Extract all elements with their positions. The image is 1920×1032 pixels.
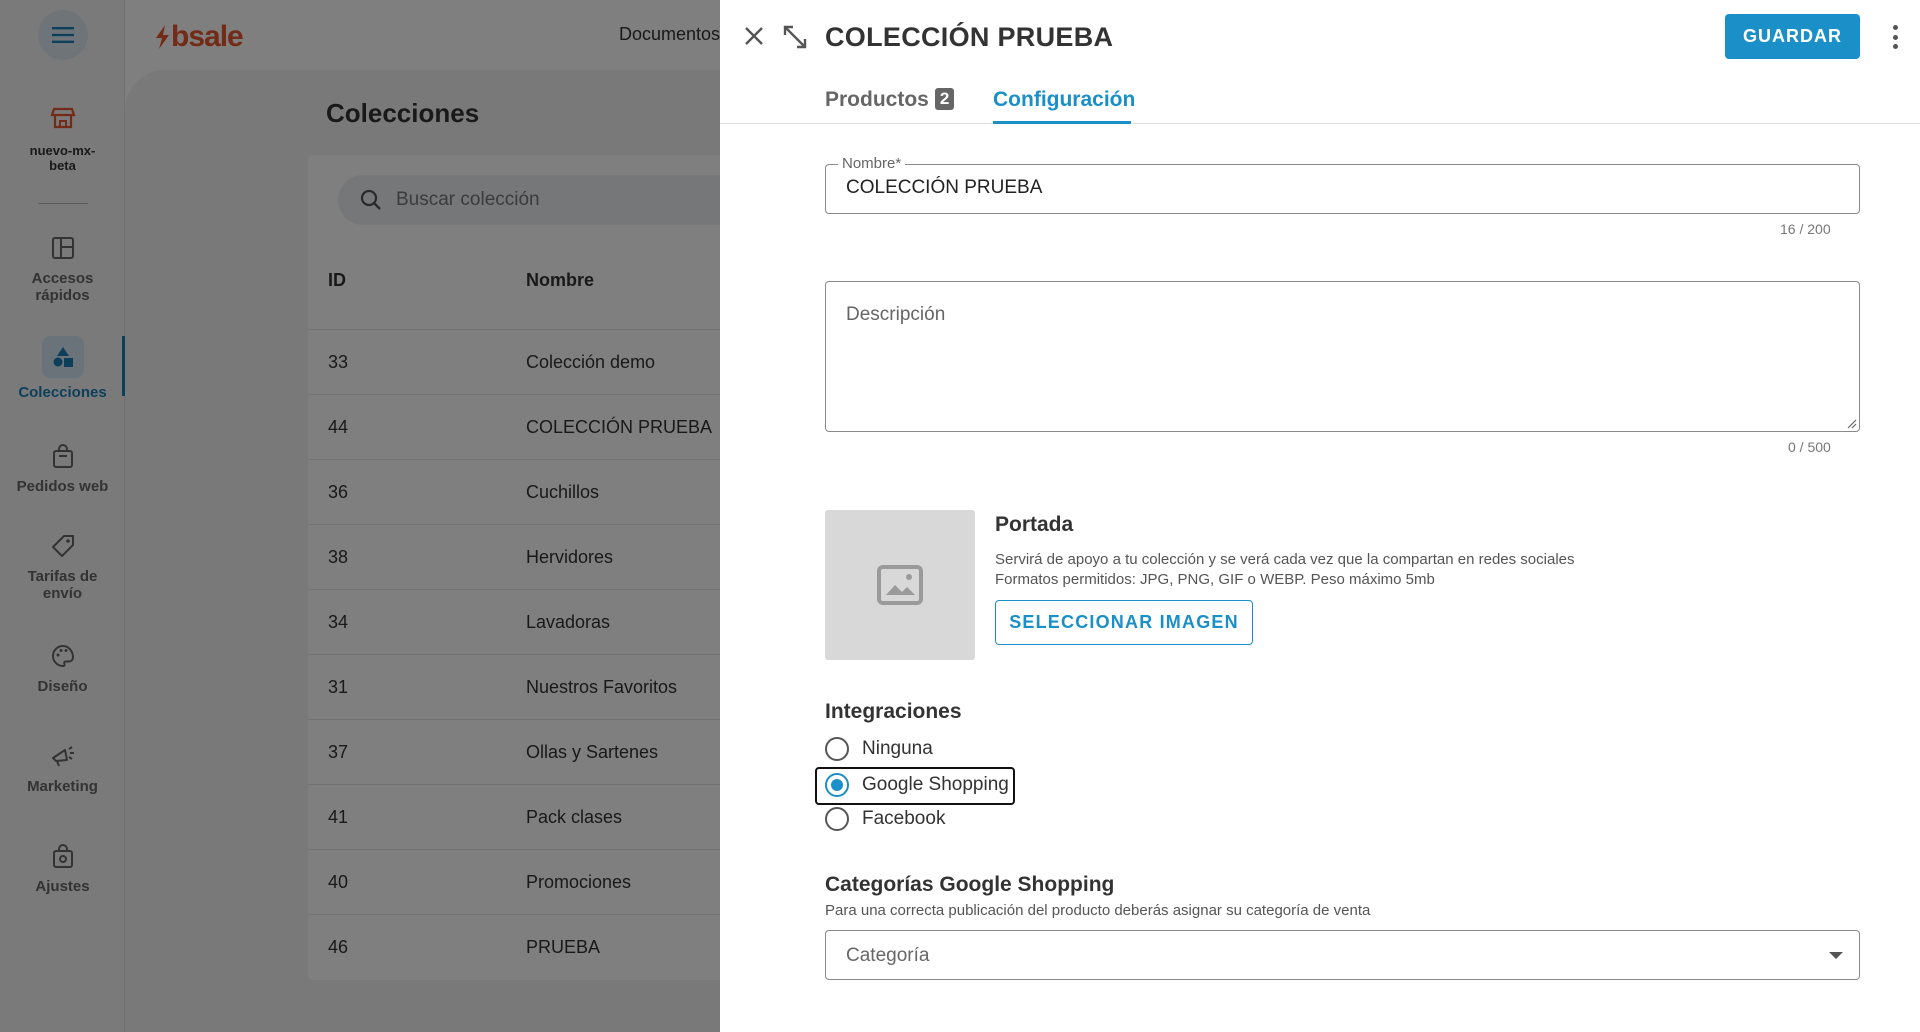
close-button[interactable] bbox=[740, 22, 768, 50]
radio-option-facebook[interactable]: Facebook bbox=[825, 803, 945, 835]
close-icon bbox=[745, 27, 763, 45]
active-tab-indicator bbox=[993, 121, 1131, 124]
expand-icon bbox=[783, 25, 807, 49]
categories-help: Para una correcta publicación del produc… bbox=[825, 902, 1371, 919]
cover-image-placeholder[interactable] bbox=[825, 510, 975, 660]
cover-title: Portada bbox=[995, 513, 1074, 536]
products-count-badge: 2 bbox=[934, 88, 955, 110]
drawer-tabs: Productos 2 Configuración bbox=[720, 70, 1920, 124]
radio-option-google-shopping[interactable]: Google Shopping bbox=[825, 769, 1009, 801]
radio-label: Google Shopping bbox=[862, 774, 1009, 795]
description-field[interactable]: Descripción bbox=[825, 281, 1860, 432]
radio-button[interactable] bbox=[825, 737, 849, 761]
resize-handle-icon[interactable] bbox=[1847, 419, 1857, 429]
app-root: nuevo-mx-beta Accesos rápidos Coleccione… bbox=[0, 0, 1920, 1032]
categories-title: Categorías Google Shopping bbox=[825, 873, 1115, 896]
tab-label: Productos bbox=[825, 88, 929, 111]
more-vert-icon bbox=[1892, 25, 1898, 30]
cover-help-line: Formatos permitidos: JPG, PNG, GIF o WEB… bbox=[995, 571, 1435, 588]
tab-productos[interactable]: Productos 2 bbox=[825, 88, 955, 112]
cover-help-line: Servirá de apoyo a tu colección y se ver… bbox=[995, 551, 1575, 568]
name-field-value: COLECCIÓN PRUEBA bbox=[846, 177, 1043, 198]
radio-button[interactable] bbox=[825, 807, 849, 831]
tab-label: Configuración bbox=[993, 88, 1136, 111]
radio-label: Ninguna bbox=[862, 738, 933, 759]
select-image-button[interactable]: SELECCIONAR IMAGEN bbox=[995, 600, 1253, 645]
tab-configuracion[interactable]: Configuración bbox=[993, 88, 1135, 112]
image-icon bbox=[877, 565, 923, 605]
radio-option-ninguna[interactable]: Ninguna bbox=[825, 733, 933, 765]
radio-label: Facebook bbox=[862, 808, 946, 829]
save-button[interactable]: GUARDAR bbox=[1725, 14, 1860, 59]
drawer-title: COLECCIÓN PRUEBA bbox=[825, 22, 1114, 52]
more-options-button[interactable] bbox=[1885, 22, 1905, 52]
category-placeholder: Categoría bbox=[846, 945, 930, 966]
cover-help: Servirá de apoyo a tu colección y se ver… bbox=[995, 550, 1575, 590]
name-field[interactable]: Nombre* COLECCIÓN PRUEBA bbox=[825, 155, 1860, 214]
description-placeholder: Descripción bbox=[846, 304, 946, 325]
name-field-label: Nombre* bbox=[838, 155, 906, 172]
description-char-counter: 0 / 500 bbox=[1788, 439, 1831, 455]
category-select[interactable]: Categoría bbox=[825, 930, 1860, 980]
name-char-counter: 16 / 200 bbox=[1780, 221, 1831, 237]
collection-drawer: COLECCIÓN PRUEBA GUARDAR Productos 2 Conf… bbox=[720, 0, 1920, 1032]
integrations-title: Integraciones bbox=[825, 700, 962, 723]
expand-button[interactable] bbox=[780, 22, 810, 52]
radio-button-selected[interactable] bbox=[825, 773, 849, 797]
chevron-down-icon bbox=[1829, 952, 1843, 959]
